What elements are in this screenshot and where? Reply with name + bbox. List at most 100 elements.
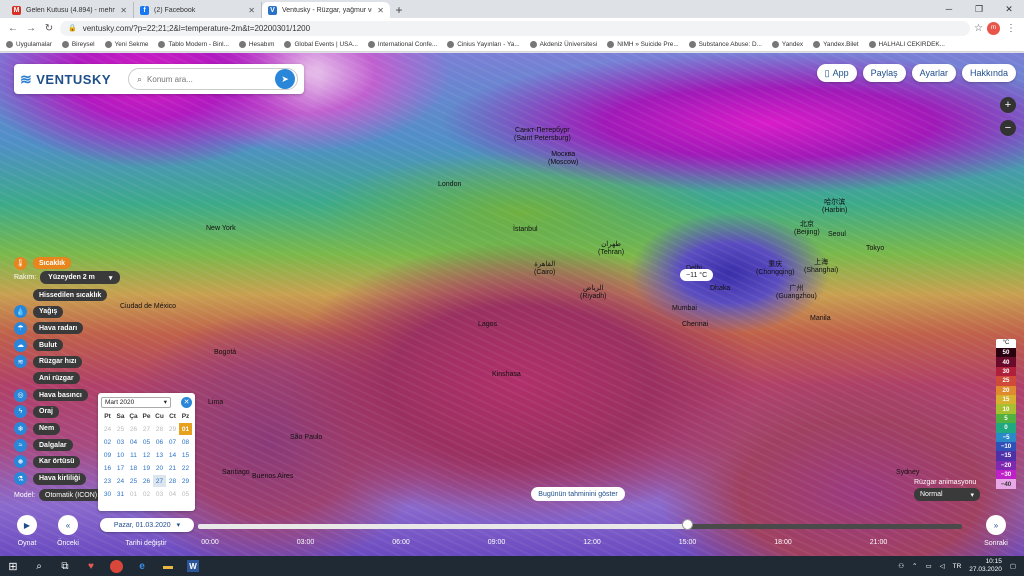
menu-icon[interactable]: ⋮ [1004, 21, 1018, 35]
bookmark-item[interactable]: Yandex [771, 41, 803, 48]
calendar-day[interactable]: 01 [179, 423, 192, 435]
calendar-day[interactable]: 04 [166, 488, 179, 500]
about-button[interactable]: Hakkında [961, 64, 1016, 82]
calendar-day[interactable]: 24 [114, 475, 127, 487]
bookmark-item[interactable]: HALHALI CEKIRDEK... [868, 41, 945, 48]
calendar-day[interactable]: 16 [101, 462, 114, 474]
calendar-day[interactable]: 13 [153, 449, 166, 461]
calendar-day[interactable]: 30 [101, 488, 114, 500]
chevron-up-icon[interactable]: ⌃ [912, 562, 917, 570]
settings-button[interactable]: Ayarlar [911, 64, 956, 82]
calendar-day[interactable]: 02 [140, 488, 153, 500]
ventusky-logo[interactable]: ≋ VENTUSKY [20, 71, 128, 88]
close-tab-icon[interactable]: ✕ [120, 6, 127, 15]
layer-item[interactable]: Ani rüzgar [14, 371, 154, 385]
calendar-day[interactable]: 11 [127, 449, 140, 461]
browser-tab[interactable]: f (2) Facebook ✕ [134, 2, 262, 18]
calendar-day[interactable]: 27 [140, 423, 153, 435]
calendar-day[interactable]: 03 [114, 436, 127, 448]
people-icon[interactable]: ⚇ [898, 562, 904, 570]
calendar-day[interactable]: 01 [127, 488, 140, 500]
new-tab-button[interactable]: + [390, 2, 408, 18]
layer-item[interactable]: 💧 Yağış [14, 305, 154, 319]
model-dropdown[interactable]: Otomatik (ICON) [39, 489, 104, 501]
bookmark-item[interactable]: Bireysel [61, 41, 95, 48]
calendar-day[interactable]: 26 [140, 475, 153, 487]
layer-item[interactable]: ☂ Hava radarı [14, 321, 154, 335]
calendar-day[interactable]: 17 [114, 462, 127, 474]
calendar-day[interactable]: 12 [140, 449, 153, 461]
calendar-day[interactable]: 22 [179, 462, 192, 474]
calendar-day[interactable]: 25 [127, 475, 140, 487]
search-icon[interactable]: ⌕ [32, 559, 46, 573]
close-icon[interactable]: ✕ [181, 396, 192, 408]
locate-icon[interactable]: ➤ [275, 69, 295, 89]
calendar-day[interactable]: 25 [114, 423, 127, 435]
back-icon[interactable]: ← [6, 21, 20, 35]
app-button[interactable]: ▯ App [816, 64, 857, 82]
wind-animation-dropdown[interactable]: Normal ▾ [914, 488, 980, 501]
volume-icon[interactable]: ◁ [940, 562, 945, 570]
zoom-out-button[interactable]: − [1000, 120, 1016, 136]
calendar-day[interactable]: 07 [166, 436, 179, 448]
calendar-day[interactable]: 31 [114, 488, 127, 500]
profile-avatar[interactable]: m [987, 21, 1000, 35]
calendar-day[interactable]: 05 [140, 436, 153, 448]
calendar-day[interactable]: 10 [114, 449, 127, 461]
windows-start-icon[interactable]: ⊞ [6, 559, 20, 573]
internet-explorer-icon[interactable]: e [135, 559, 149, 573]
calendar-day[interactable]: 06 [153, 436, 166, 448]
bookmark-item[interactable]: Uygulamalar [6, 41, 52, 48]
layer-item[interactable]: ≋ Rüzgar hızı [14, 355, 154, 369]
timeline-track[interactable] [198, 524, 962, 529]
network-icon[interactable]: ▭ [925, 562, 931, 570]
bookmark-item[interactable]: NIMH » Suicide Pre... [607, 41, 679, 48]
show-today-forecast-button[interactable]: Bugünün tahminini göster [531, 487, 625, 501]
calendar-day[interactable]: 27 [153, 475, 166, 487]
next-button[interactable]: » [986, 515, 1006, 535]
calendar-day[interactable]: 29 [179, 475, 192, 487]
reload-icon[interactable]: ↻ [42, 21, 56, 35]
month-select[interactable]: Mart 2020 ▾ [101, 396, 171, 408]
url-field[interactable]: 🔒 ventusky.com/?p=22;21;2&l=temperature-… [60, 20, 971, 36]
bookmark-item[interactable]: International Confe... [367, 41, 437, 48]
calendar-day[interactable]: 04 [127, 436, 140, 448]
layer-item[interactable]: ☁ Bulut [14, 338, 154, 352]
bookmark-item[interactable]: Yandex.Bilet [813, 41, 859, 48]
bookmark-item[interactable]: Yeni Sekme [104, 41, 148, 48]
bookmark-item[interactable]: Tablo Modern - Binl... [158, 41, 229, 48]
notification-icon[interactable]: ▢ [1010, 562, 1016, 570]
calendar-day[interactable]: 28 [166, 475, 179, 487]
bookmark-item[interactable]: Hesabım [238, 41, 274, 48]
date-button[interactable]: Pazar, 01.03.2020 ▾ [100, 518, 194, 532]
layer-item[interactable]: Hissedilen sıcaklık [14, 288, 154, 302]
calendar-day[interactable]: 19 [140, 462, 153, 474]
forward-icon[interactable]: → [24, 21, 38, 35]
calendar-day[interactable]: 09 [101, 449, 114, 461]
calendar-day[interactable]: 29 [166, 423, 179, 435]
star-icon[interactable]: ☆ [974, 23, 983, 34]
browser-tab[interactable]: V Ventusky - Rüzgar, yağmur ve sı... ✕ [262, 2, 390, 18]
calendar-day[interactable]: 18 [127, 462, 140, 474]
altitude-dropdown[interactable]: Yüzeyden 2 m ▾ [40, 271, 121, 284]
calendar-day[interactable]: 21 [166, 462, 179, 474]
clock[interactable]: 10:15 27.03.2020 [969, 558, 1002, 574]
calendar-day[interactable]: 20 [153, 462, 166, 474]
previous-button[interactable]: « [58, 515, 78, 535]
chrome-icon[interactable] [110, 559, 123, 573]
zoom-in-button[interactable]: + [1000, 97, 1016, 113]
calendar-day[interactable]: 24 [101, 423, 114, 435]
play-button[interactable]: ▶ [17, 515, 37, 535]
app-heart-icon[interactable]: ♥ [84, 559, 98, 573]
search-input[interactable] [147, 74, 270, 84]
language-icon[interactable]: TR [953, 563, 962, 570]
file-explorer-icon[interactable]: ▬ [161, 559, 175, 573]
timeline-handle[interactable] [681, 519, 693, 530]
browser-tab[interactable]: M Gelen Kutusu (4.894) - mehmetc... ✕ [6, 2, 134, 18]
calendar-day[interactable]: 15 [179, 449, 192, 461]
calendar-day[interactable]: 14 [166, 449, 179, 461]
calendar-day[interactable]: 23 [101, 475, 114, 487]
word-icon[interactable]: W [187, 560, 199, 572]
bookmark-item[interactable]: Global Events | USA... [284, 41, 358, 48]
close-tab-icon[interactable]: ✕ [377, 6, 384, 15]
